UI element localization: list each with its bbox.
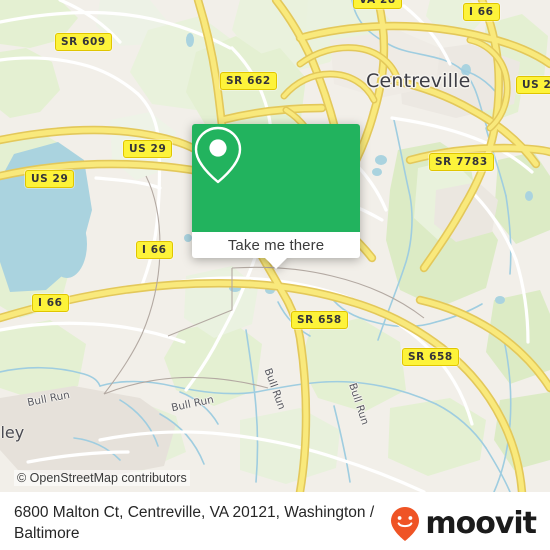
route-shield-i-66[interactable]: I 66 bbox=[32, 294, 69, 312]
map-canvas[interactable]: Centreville lley Bull Run Bull Run Bull … bbox=[0, 0, 550, 492]
route-shield-i-66[interactable]: I 66 bbox=[463, 3, 500, 21]
route-shield-va-28[interactable]: VA 28 bbox=[353, 0, 402, 9]
moovit-brand[interactable]: moovit bbox=[390, 492, 550, 542]
route-shield-sr-609[interactable]: SR 609 bbox=[55, 33, 112, 51]
route-shield-us-29[interactable]: US 29 bbox=[516, 76, 550, 94]
take-me-there-label: Take me there bbox=[227, 236, 325, 254]
route-shield-sr-7783[interactable]: SR 7783 bbox=[429, 153, 494, 171]
popup-tail bbox=[265, 258, 287, 269]
route-shield-sr-662[interactable]: SR 662 bbox=[220, 72, 277, 90]
route-shield-sr-658[interactable]: SR 658 bbox=[402, 348, 459, 366]
moovit-map-screenshot: Centreville lley Bull Run Bull Run Bull … bbox=[0, 0, 550, 550]
moovit-pin-smile-icon bbox=[391, 507, 420, 541]
route-shield-us-29[interactable]: US 29 bbox=[123, 140, 173, 158]
route-shield-sr-658[interactable]: SR 658 bbox=[291, 311, 348, 329]
route-shield-i-66[interactable]: I 66 bbox=[136, 241, 173, 259]
moovit-wordmark: moovit bbox=[425, 506, 537, 541]
openstreetmap-credit[interactable]: © OpenStreetMap contributors bbox=[14, 470, 190, 486]
footer-bar: 6800 Malton Ct, Centreville, VA 20121, W… bbox=[0, 492, 550, 550]
address-text: 6800 Malton Ct, Centreville, VA 20121, W… bbox=[14, 504, 375, 542]
route-shield-us-29[interactable]: US 29 bbox=[25, 170, 75, 188]
popup-action-bar[interactable]: Take me there bbox=[192, 232, 360, 269]
map-pin-icon bbox=[194, 126, 242, 184]
destination-popup[interactable]: Take me there bbox=[192, 124, 360, 269]
popup-icon-area bbox=[192, 124, 360, 232]
